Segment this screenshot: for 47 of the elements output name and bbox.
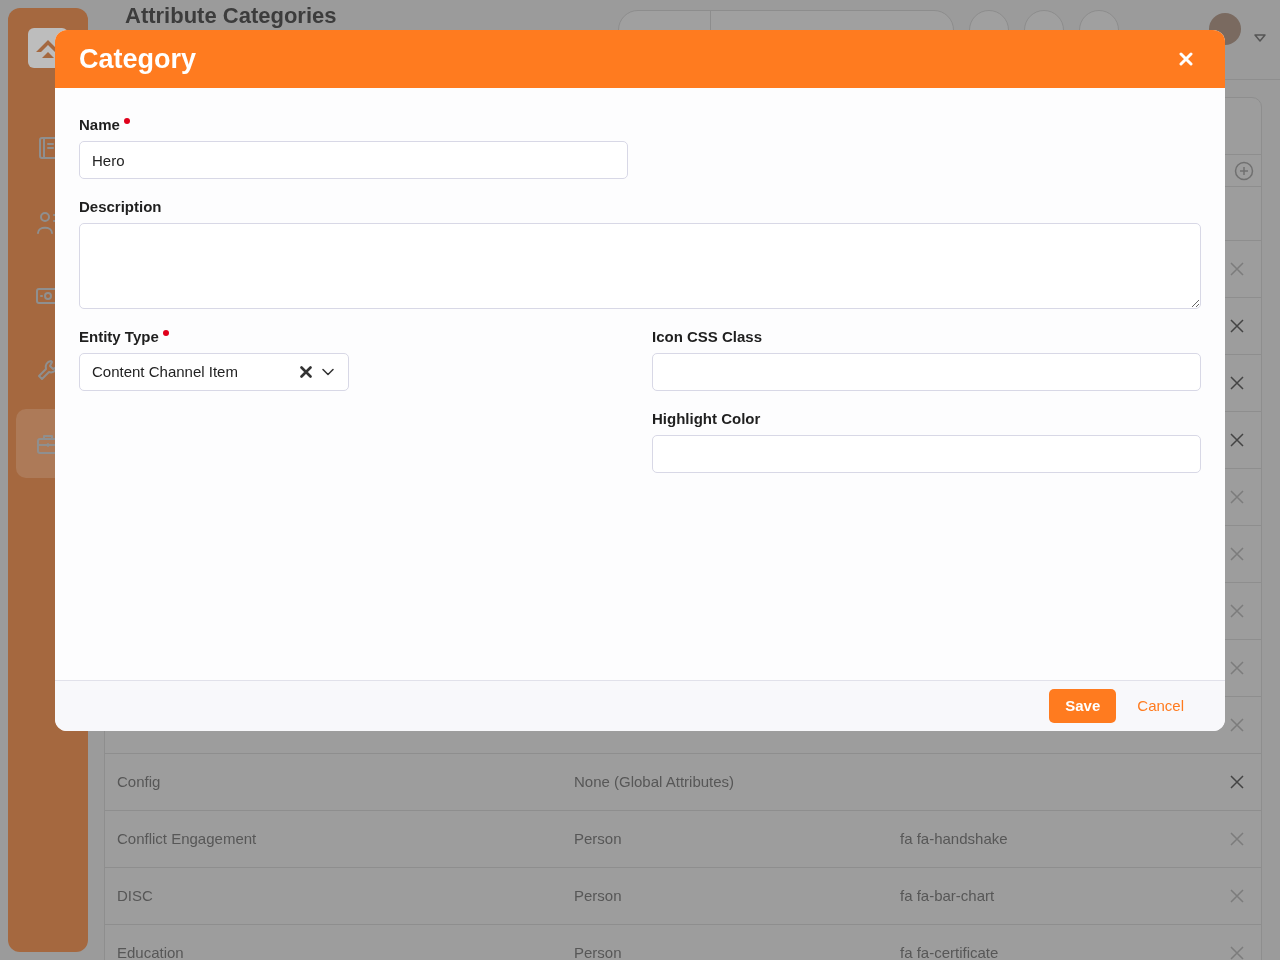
table-cell: None (Global Attributes) [574,773,735,789]
field-label: Description [79,196,162,217]
close-icon [1230,433,1244,447]
table-cell: Person [574,944,622,960]
close-icon [1179,52,1193,66]
color-field[interactable] [652,435,1201,473]
close-button[interactable] [1179,52,1193,66]
close-icon [1230,832,1244,846]
close-icon [1230,262,1244,276]
field-label: Name [79,114,120,135]
field-label: Icon CSS Class [652,326,763,347]
field-label: Entity Type [79,326,159,347]
table-cell: fa fa-handshake [900,830,1008,846]
clear-button[interactable] [300,366,312,378]
table-cell: Person [574,887,622,903]
close-icon [1230,490,1244,504]
chevron-down-icon [322,368,334,376]
description-field[interactable] [79,223,1201,309]
name-field[interactable]: Hero [79,141,628,179]
clear-icon [300,366,312,378]
caret-down-icon[interactable] [1254,33,1266,42]
add-icon[interactable] [1234,160,1254,181]
modal-title: Category [79,42,197,76]
table-cell: fa fa-certificate [900,944,999,960]
delete-button[interactable] [1230,433,1244,447]
table-cell: Config [117,773,161,789]
icon-class-field[interactable] [652,353,1201,391]
close-icon [1230,946,1244,960]
table-cell: Person [574,830,622,846]
close-icon [1230,319,1244,333]
close-icon [1230,604,1244,618]
table-cell: Conflict Engagement [117,830,257,846]
close-icon [1230,775,1244,789]
close-icon [1230,661,1244,675]
field-label: Highlight Color [652,408,761,429]
table-cell: fa fa-bar-chart [900,887,995,903]
delete-button[interactable] [1230,319,1244,333]
close-icon [1230,547,1244,561]
table-cell: Education [117,944,184,960]
close-icon [1230,376,1244,390]
delete-button[interactable] [1230,376,1244,390]
table-cell: DISC [117,887,153,903]
close-icon [1230,889,1244,903]
entity-type-select[interactable]: Content Channel Item [79,353,349,391]
delete-button[interactable] [1230,775,1244,789]
page-title: Attribute Categories [125,4,337,28]
close-icon [1230,718,1244,732]
